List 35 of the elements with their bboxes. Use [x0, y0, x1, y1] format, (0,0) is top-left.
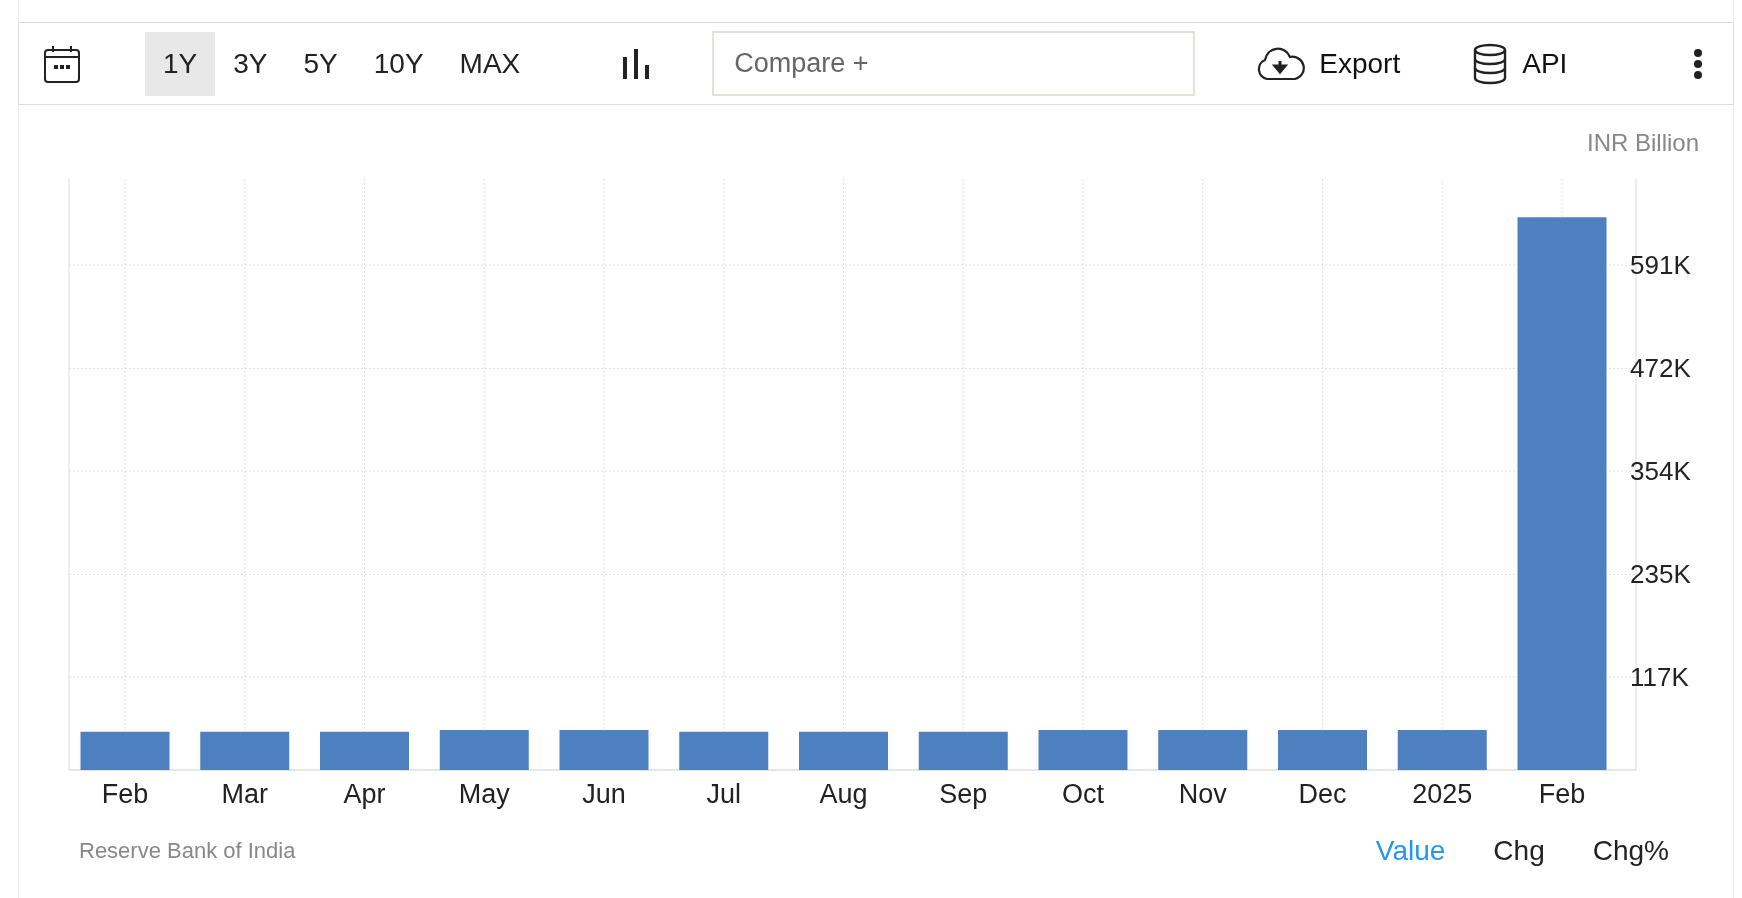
export-button[interactable]: Export	[1255, 46, 1401, 81]
view-tab[interactable]: Chg%	[1568, 835, 1693, 867]
x-axis-label: Dec	[1298, 779, 1347, 809]
x-axis-label: Oct	[1062, 779, 1104, 809]
database-icon	[1472, 42, 1509, 85]
cloud-download-icon	[1255, 46, 1306, 81]
y-axis-label: 235K	[1630, 559, 1691, 590]
view-tab[interactable]: Chg	[1469, 835, 1569, 867]
y-axis-label: 591K	[1630, 250, 1691, 281]
calendar-icon[interactable]	[43, 43, 81, 84]
unit-label: INR Billion	[1586, 129, 1699, 156]
x-axis-label: Aug	[819, 779, 868, 809]
x-axis-label: Nov	[1178, 779, 1227, 809]
bar-chart-icon[interactable]	[622, 48, 651, 79]
x-axis-label: 2025	[1412, 779, 1473, 809]
compare-field[interactable]: Compare +	[712, 31, 1196, 96]
range-tab[interactable]: 10Y	[355, 31, 442, 96]
y-axis-label: 117K	[1630, 662, 1689, 692]
range-tab[interactable]: 1Y	[145, 31, 216, 96]
source-label: Reserve Bank of India	[79, 838, 296, 864]
y-axis-label: 354K	[1630, 456, 1691, 486]
x-axis-label: May	[458, 779, 510, 809]
x-axis-label: Apr	[343, 779, 386, 809]
y-axis-label: 472K	[1630, 353, 1691, 384]
x-axis-label: Mar	[221, 779, 268, 809]
x-axis-label: Jun	[582, 779, 626, 809]
x-axis-label: Feb	[101, 779, 149, 809]
range-tab[interactable]: 3Y	[215, 31, 286, 96]
x-axis-label: Sep	[939, 779, 988, 809]
x-axis-label: Feb	[1538, 779, 1586, 809]
range-tab[interactable]: MAX	[441, 31, 539, 96]
api-button[interactable]: API	[1472, 42, 1568, 85]
x-axis-label: Jul	[706, 779, 741, 809]
more-options-icon[interactable]	[1693, 48, 1703, 79]
range-tab[interactable]: 5Y	[285, 31, 356, 96]
